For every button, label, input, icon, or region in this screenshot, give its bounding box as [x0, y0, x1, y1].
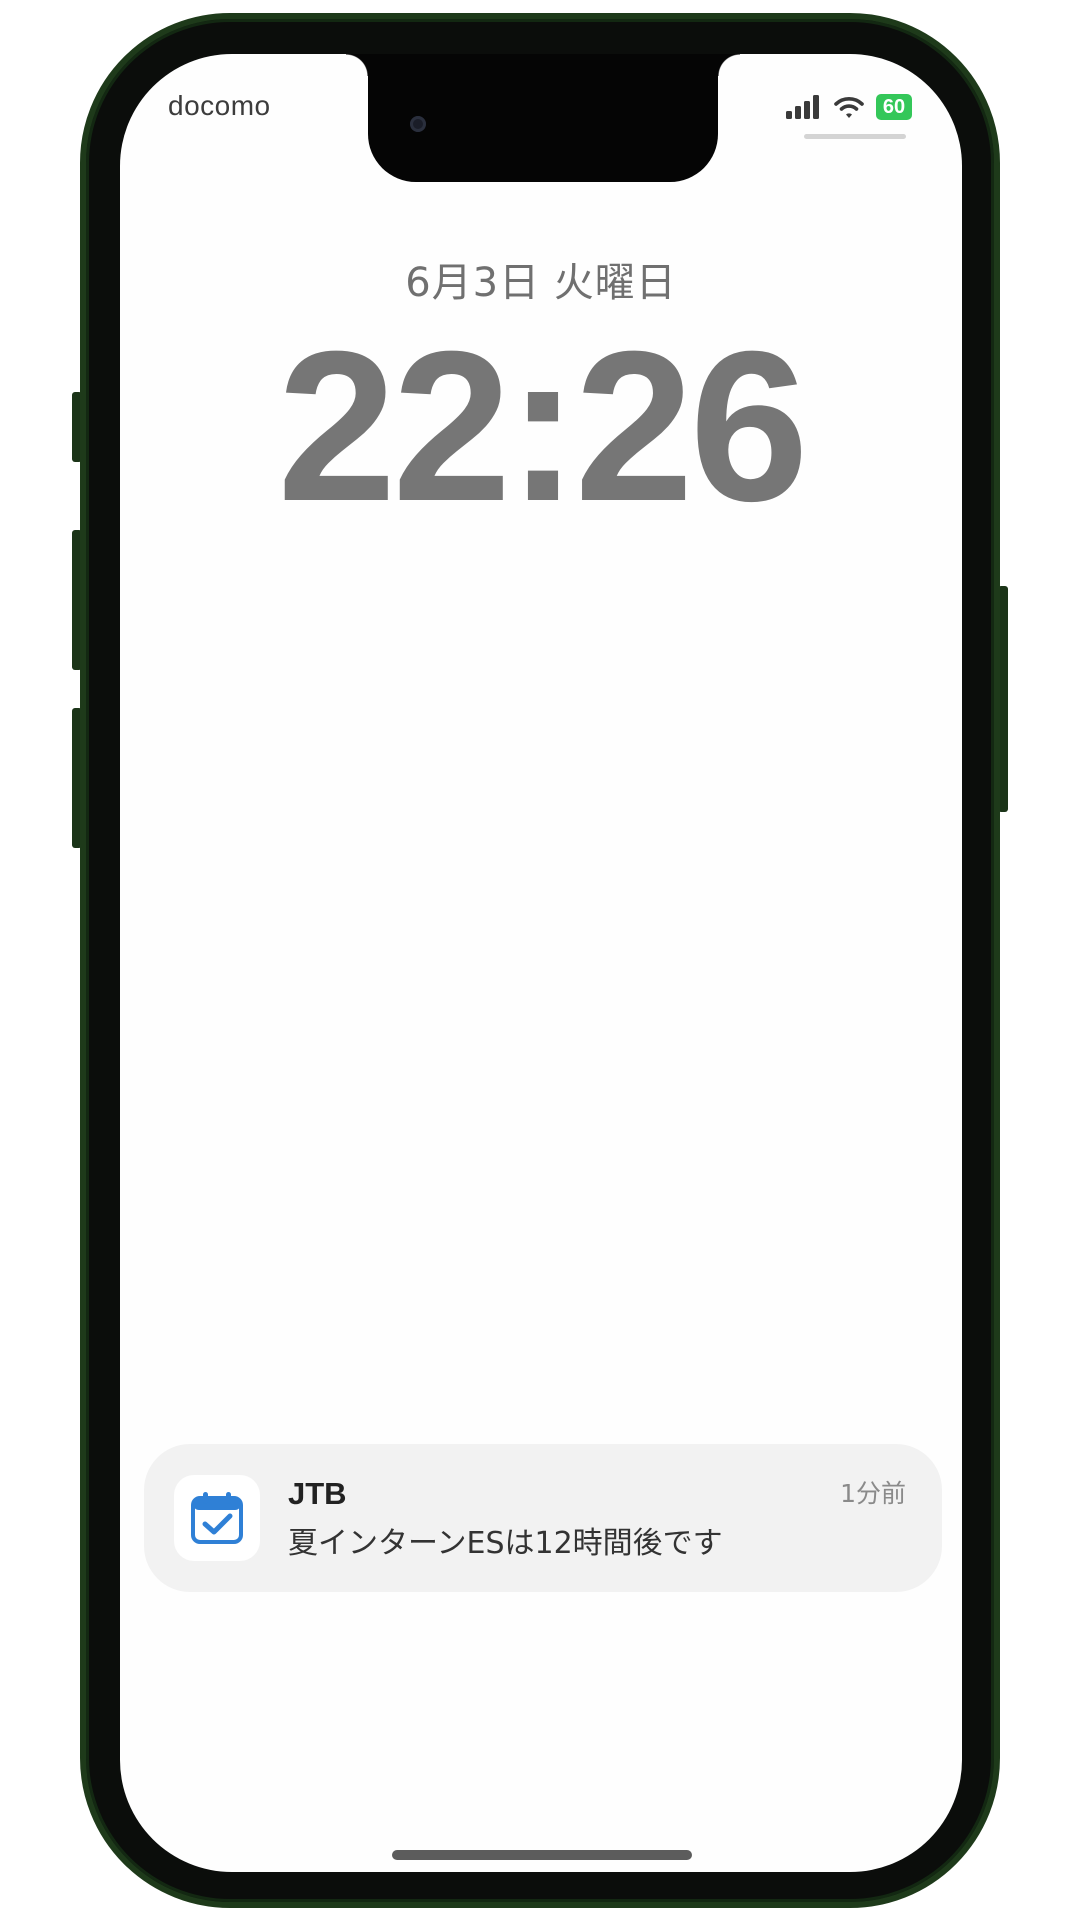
- battery-level: 60: [882, 95, 906, 118]
- screenshot-stage: docomo 60 6月3日 火曜日 22:26 JTB 1分前 夏インターンE…: [0, 0, 1080, 1920]
- home-indicator[interactable]: [392, 1850, 692, 1860]
- battery-icon: 60: [876, 94, 912, 120]
- notification-app-icon: [174, 1475, 260, 1561]
- notification-message: 夏インターンESは12時間後です: [288, 1526, 723, 1561]
- lock-date: 6月3日 火曜日: [405, 260, 677, 306]
- cellular-signal-icon: [786, 95, 819, 119]
- status-icons: 60: [784, 92, 912, 122]
- lock-screen: docomo 60 6月3日 火曜日 22:26 JTB 1分前 夏インターンE…: [120, 54, 962, 1872]
- notch: [346, 54, 740, 182]
- calendar-check-icon: [191, 1492, 243, 1544]
- notification-app-name: JTB: [288, 1476, 347, 1511]
- notification-time: 1分前: [840, 1479, 906, 1508]
- front-camera-icon: [410, 116, 426, 132]
- notification-card[interactable]: JTB 1分前 夏インターンESは12時間後です: [144, 1444, 942, 1592]
- wifi-icon: [834, 97, 864, 118]
- lock-time: 22:26: [277, 307, 808, 546]
- control-center-indicator[interactable]: [804, 134, 906, 139]
- carrier-label: docomo: [168, 90, 271, 121]
